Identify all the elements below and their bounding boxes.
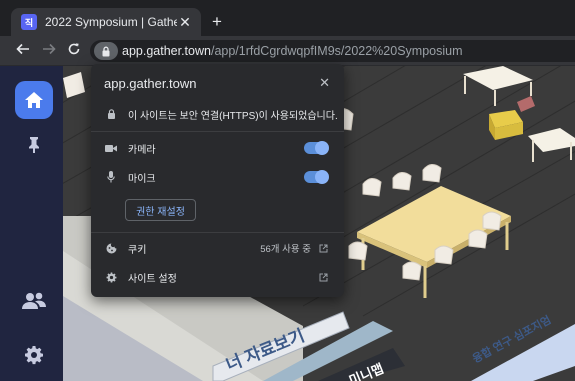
browser-tab[interactable]: 직 2022 Symposium | Gather ✕ — [11, 8, 201, 36]
popup-close-icon[interactable]: ✕ — [319, 75, 330, 91]
forward-arrow-icon[interactable] — [40, 42, 58, 61]
permission-camera-row[interactable]: 카메라 — [91, 138, 344, 158]
open-external-icon — [319, 244, 328, 253]
site-settings-label: 사이트 설정 — [128, 273, 177, 285]
tab-strip: 직 2022 Symposium | Gather ✕ + — [0, 0, 575, 36]
cookies-label: 쿠키 — [128, 244, 147, 256]
gear-icon — [104, 272, 118, 283]
popup-host: app.gather.town — [104, 76, 197, 91]
mic-toggle[interactable] — [304, 170, 329, 184]
tab-close-icon[interactable]: ✕ — [177, 14, 193, 31]
mic-label: 마이크 — [128, 173, 156, 185]
tab-title: 2022 Symposium | Gather — [45, 15, 177, 29]
site-info-popup: app.gather.town ✕ 이 사이트는 보안 연결(HTTPS)이 사… — [91, 64, 344, 297]
browser-toolbar: app.gather.town/app/1rfdCgrdwqpfIM9s/202… — [0, 36, 575, 66]
url-host: app.gather.town — [122, 44, 211, 58]
pin-icon[interactable] — [15, 126, 53, 164]
lock-icon — [104, 109, 118, 119]
url-text[interactable]: app.gather.town/app/1rfdCgrdwqpfIM9s/202… — [122, 44, 463, 58]
camera-label: 카메라 — [128, 144, 156, 156]
reload-icon[interactable] — [65, 42, 83, 61]
divider — [91, 131, 344, 132]
open-external-icon — [319, 273, 328, 282]
camera-icon — [104, 144, 118, 153]
settings-gear-icon[interactable] — [15, 336, 53, 374]
permission-mic-row[interactable]: 마이크 — [91, 167, 344, 187]
url-path: /app/1rfdCgrdwqpfIM9s/2022%20Symposium — [210, 44, 463, 58]
gather-favicon: 직 — [21, 14, 37, 30]
site-info-lock-icon[interactable] — [94, 42, 118, 60]
participants-icon[interactable] — [15, 282, 53, 320]
mic-icon — [104, 171, 118, 183]
site-settings-row[interactable]: 사이트 설정 — [91, 267, 344, 287]
home-icon[interactable] — [15, 81, 53, 119]
secure-connection-text: 이 사이트는 보안 연결(HTTPS)이 사용되었습니다. — [128, 110, 338, 122]
camera-toggle[interactable] — [304, 141, 329, 155]
cookies-row[interactable]: 쿠키 56개 사용 중 — [91, 238, 344, 258]
new-tab-button[interactable]: + — [212, 13, 222, 30]
cookies-count: 56개 사용 중 — [260, 244, 311, 255]
reset-permissions-button[interactable]: 권한 재설정 — [125, 199, 196, 221]
connection-secure-row[interactable]: 이 사이트는 보안 연결(HTTPS)이 사용되었습니다. — [91, 104, 344, 124]
divider — [91, 232, 344, 233]
address-bar[interactable]: app.gather.town/app/1rfdCgrdwqpfIM9s/202… — [90, 40, 575, 62]
gather-sidebar — [0, 66, 63, 381]
cookie-icon — [104, 243, 118, 254]
back-arrow-icon[interactable] — [14, 42, 32, 61]
